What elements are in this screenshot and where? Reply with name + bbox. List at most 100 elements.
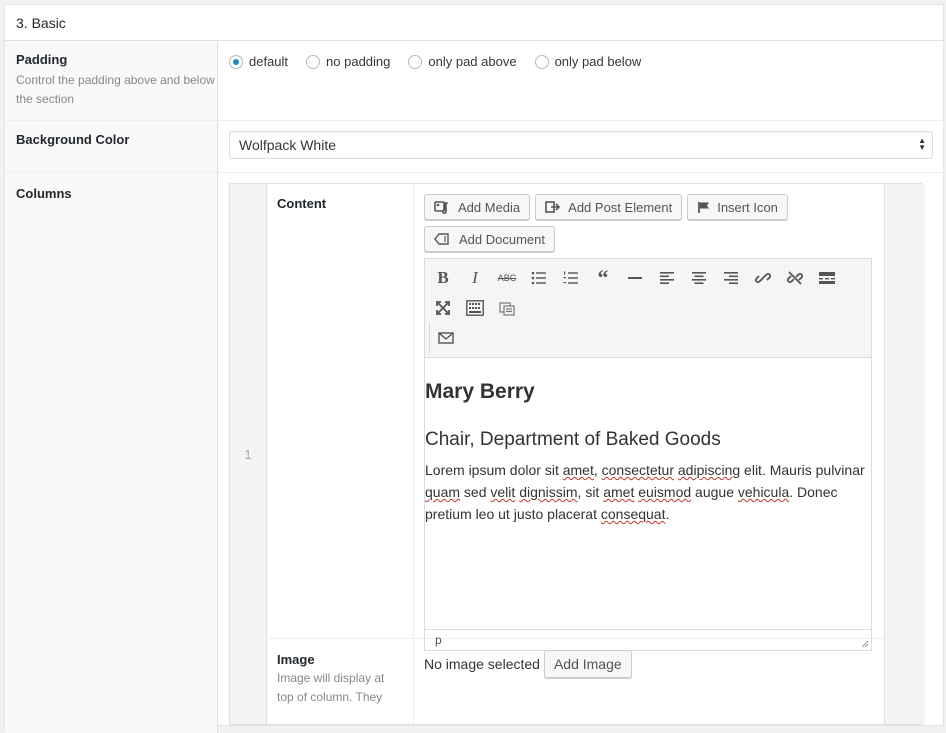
column-row-number[interactable]: 1 — [230, 184, 267, 724]
read-more-icon[interactable] — [811, 263, 843, 293]
radio-label: only pad below — [554, 54, 642, 69]
no-image-status: No image selected — [424, 656, 540, 672]
background-selected-value: Wolfpack White — [239, 137, 336, 153]
insert-icon-label: Insert Icon — [717, 199, 778, 215]
image-label: Image — [277, 652, 315, 667]
content-subrow: Content Add Media Add Post Element Inser… — [267, 184, 884, 651]
content-paragraph: Lorem ipsum dolor sit amet, consectetur … — [425, 459, 871, 525]
padding-input-cell: default no padding only pad above only p… — [218, 41, 943, 120]
text-run: , — [593, 462, 602, 478]
column-body: Content Add Media Add Post Element Inser… — [267, 184, 884, 724]
section-title[interactable]: 3. Basic — [5, 5, 943, 41]
text-run: elit. Mauris pulvinar — [740, 462, 865, 478]
misspelled-word: adipiscing — [677, 462, 741, 478]
add-image-button[interactable]: Add Image — [543, 650, 632, 678]
column-actions-strip — [884, 184, 925, 724]
add-media-button[interactable]: Add Media — [424, 194, 531, 220]
element-path[interactable]: p — [435, 633, 442, 647]
select-arrows-icon: ▲ ▼ — [918, 136, 926, 152]
add-media-label: Add Media — [458, 199, 521, 215]
columns-label: Columns — [16, 186, 72, 201]
radio-label: no padding — [326, 54, 391, 69]
image-description: Image will display at top of column. The… — [277, 671, 385, 704]
section-panel: 3. Basic Padding Control the padding abo… — [4, 4, 944, 733]
italic-icon[interactable]: I — [459, 263, 491, 293]
bold-icon[interactable]: B — [427, 263, 459, 293]
email-icon[interactable] — [430, 323, 462, 353]
toolbar-row-2 — [427, 293, 871, 323]
text-run: , sit — [577, 484, 604, 500]
misspelled-word: consequat — [600, 506, 666, 522]
resize-handle-icon[interactable] — [861, 640, 869, 648]
columns-row: Columns 1 Content Add Media Add Post Ele… — [5, 173, 943, 733]
unlink-icon[interactable] — [779, 263, 811, 293]
add-document-button[interactable]: Add Document — [424, 226, 555, 252]
flag-icon — [697, 201, 710, 214]
content-label-cell: Content — [267, 184, 414, 638]
document-icon — [434, 232, 452, 246]
padding-radio-group: default no padding only pad above only p… — [229, 52, 933, 69]
radio-default[interactable] — [229, 54, 243, 69]
background-color-select[interactable]: Wolfpack White ▲ ▼ — [229, 131, 933, 159]
radio-only-pad-above[interactable] — [408, 54, 423, 69]
insert-icon-button[interactable]: Insert Icon — [687, 194, 788, 220]
misspelled-word: dignissim — [519, 484, 578, 500]
horizontal-rule-icon[interactable] — [619, 263, 651, 293]
bullet-list-icon[interactable] — [523, 263, 555, 293]
columns-input-cell: 1 Content Add Media Add Post Element Ins… — [218, 173, 943, 733]
editor-content-area[interactable]: Mary Berry Chair, Department of Baked Go… — [425, 380, 871, 629]
image-label-cell: Image Image will display at top of colum… — [267, 639, 414, 724]
content-input-cell: Add Media Add Post Element Insert Icon A… — [414, 184, 884, 651]
radio-label: default — [249, 54, 289, 69]
misspelled-word: quam — [425, 484, 461, 500]
add-post-element-label: Add Post Element — [568, 199, 673, 215]
content-heading: Mary Berry — [425, 380, 535, 403]
text-run: Lorem ipsum dolor sit — [425, 462, 563, 478]
link-icon[interactable] — [747, 263, 779, 293]
padding-option-only-pad-below[interactable]: only pad below — [534, 54, 642, 69]
misspelled-word: velit — [490, 484, 516, 500]
padding-label: Padding — [16, 52, 68, 67]
misspelled-word: consectetur — [601, 462, 674, 478]
padding-option-only-pad-above[interactable]: only pad above — [408, 54, 517, 69]
content-subheading: Chair, Department of Baked Goods — [425, 429, 721, 450]
strikethrough-icon[interactable]: ABC — [491, 263, 523, 293]
background-label: Background Color — [16, 132, 130, 147]
misspelled-word: euismod — [638, 484, 692, 500]
padding-option-no-padding[interactable]: no padding — [306, 54, 390, 69]
media-buttons: Add Media Add Post Element Insert Icon A… — [424, 194, 874, 258]
misspelled-word: amet — [562, 462, 594, 478]
toolbar-toggle-icon[interactable] — [459, 293, 491, 323]
radio-no-padding[interactable] — [306, 54, 321, 69]
text-run: . — [665, 506, 670, 522]
misspelled-word: vehicula — [737, 484, 790, 500]
radio-only-pad-below[interactable] — [534, 54, 549, 69]
background-row: Background Color Wolfpack White ▲ ▼ — [5, 121, 943, 173]
padding-row: Padding Control the padding above and be… — [5, 41, 943, 121]
media-icon — [434, 200, 451, 215]
wysiwyg-editor: B I ABC “ Mary Berry Chair, Department o… — [424, 258, 872, 651]
background-label-cell: Background Color — [5, 121, 218, 172]
columns-table: 1 Content Add Media Add Post Element Ins… — [229, 183, 925, 725]
radio-label: only pad above — [428, 54, 517, 69]
add-post-element-button[interactable]: Add Post Element — [535, 194, 683, 220]
toolbar-row-1: B I ABC “ — [427, 263, 871, 293]
align-right-icon[interactable] — [715, 263, 747, 293]
padding-label-cell: Padding Control the padding above and be… — [5, 41, 218, 120]
image-subrow: Image Image will display at top of colum… — [267, 639, 884, 724]
image-input-cell: No image selected Add Image — [414, 639, 884, 724]
fullscreen-icon[interactable] — [427, 293, 459, 323]
text-run: augue — [691, 484, 738, 500]
background-input-cell: Wolfpack White ▲ ▼ — [218, 121, 943, 172]
paste-text-icon[interactable] — [491, 293, 523, 323]
post-element-icon — [545, 200, 561, 214]
toolbar-row-3 — [429, 323, 871, 353]
text-run: sed — [460, 484, 491, 500]
numbered-list-icon[interactable] — [555, 263, 587, 293]
blockquote-icon[interactable]: “ — [587, 263, 619, 293]
align-left-icon[interactable] — [651, 263, 683, 293]
content-label: Content — [277, 196, 327, 211]
padding-option-default[interactable]: default — [229, 54, 288, 69]
align-center-icon[interactable] — [683, 263, 715, 293]
editor-statusbar: p — [425, 629, 871, 650]
